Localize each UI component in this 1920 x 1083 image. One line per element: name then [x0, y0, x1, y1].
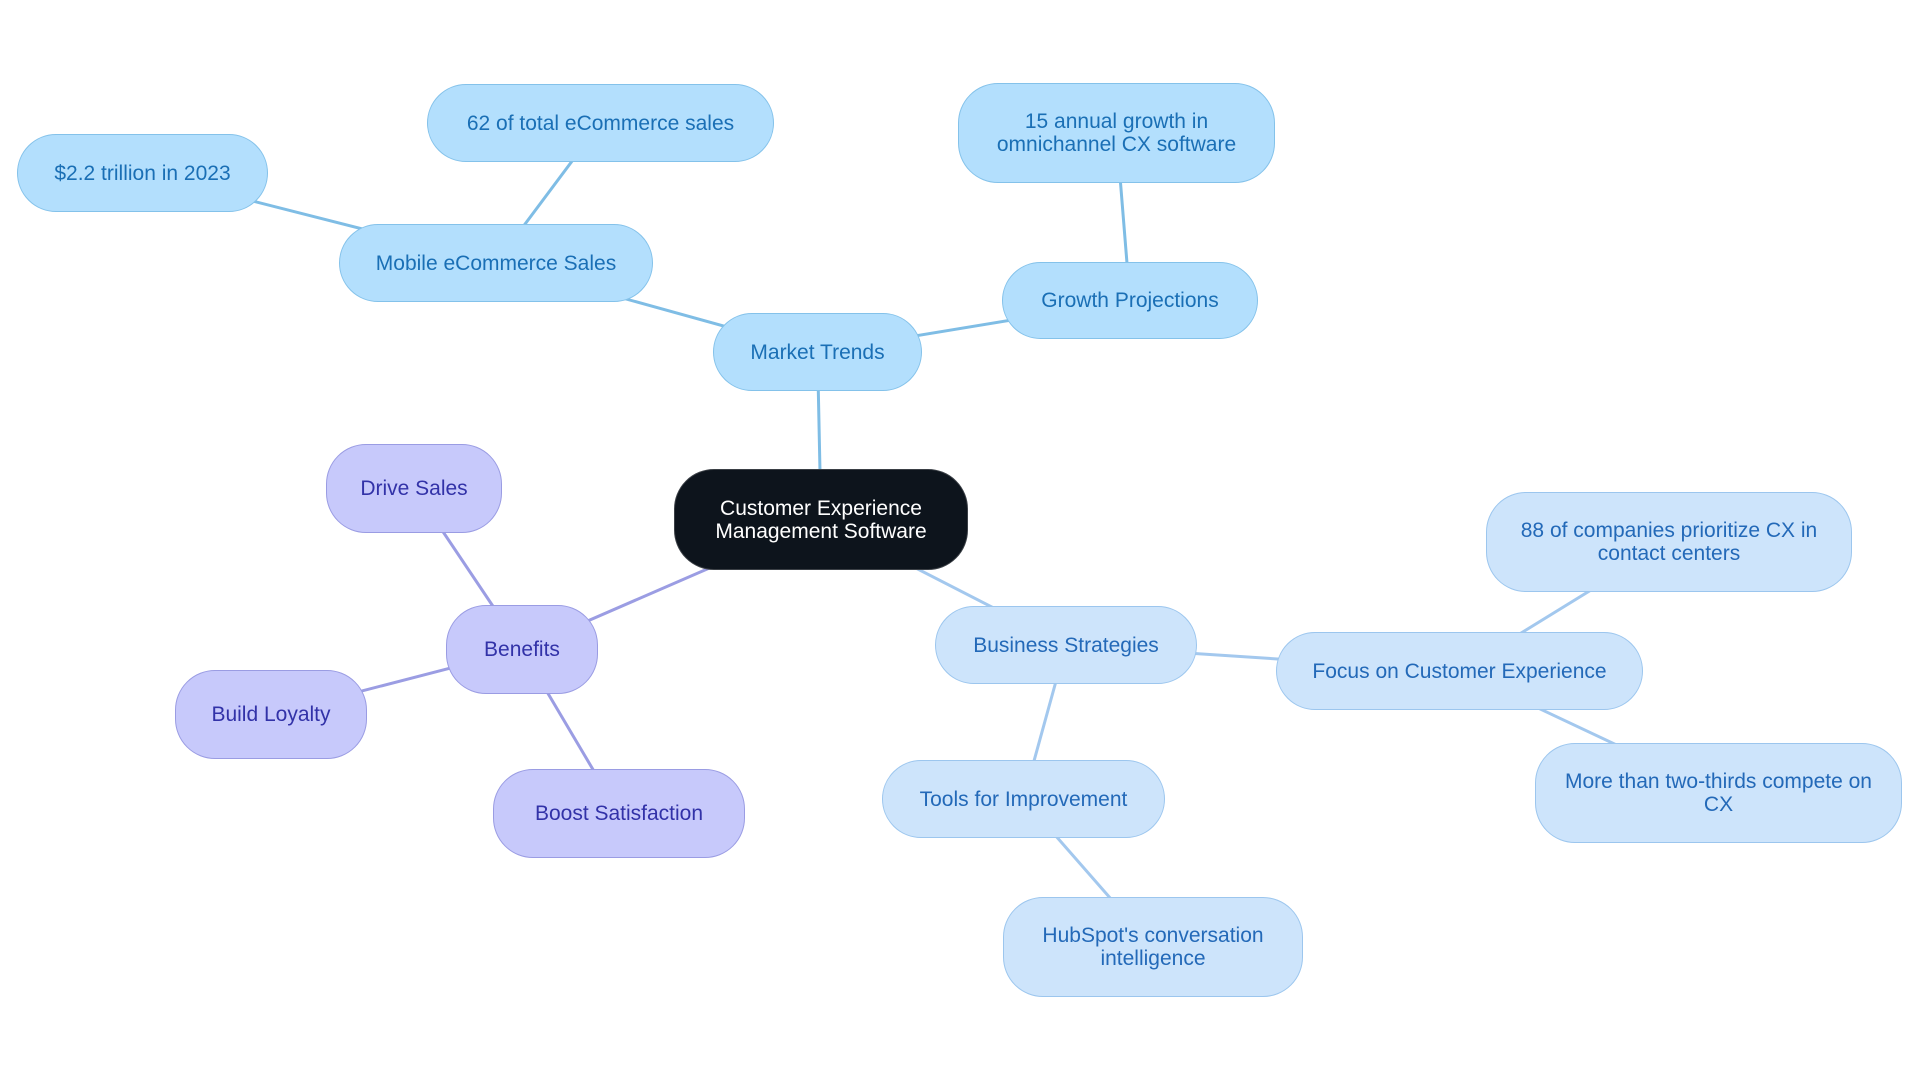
node-boost-satisfaction[interactable]: Boost Satisfaction [493, 769, 745, 858]
node-label: Boost Satisfaction [534, 802, 704, 825]
node-mobile-ecommerce[interactable]: Mobile eCommerce Sales [339, 224, 653, 302]
node-label: Customer Experience Management Software [715, 496, 927, 543]
node-growth-projections[interactable]: Growth Projections [1002, 262, 1258, 339]
node-total-ecommerce[interactable]: 62 of total eCommerce sales [427, 84, 774, 162]
node-label: Tools for Improvement [919, 787, 1128, 811]
node-hubspot[interactable]: HubSpot's conversation intelligence [1003, 897, 1303, 997]
node-label: 62 of total eCommerce sales [466, 111, 735, 135]
node-label: More than two-thirds compete on CX [1565, 770, 1872, 816]
node-annual-growth[interactable]: 15 annual growth in omnichannel CX softw… [958, 83, 1275, 183]
node-label: HubSpot's conversation intelligence [1042, 924, 1264, 970]
node-label: Build Loyalty [211, 703, 331, 726]
node-trillion-2023[interactable]: $2.2 trillion in 2023 [17, 134, 268, 212]
node-focus-cx[interactable]: Focus on Customer Experience [1276, 632, 1643, 710]
node-label: Focus on Customer Experience [1312, 659, 1607, 683]
node-benefits[interactable]: Benefits [446, 605, 598, 694]
node-label: Business Strategies [973, 633, 1159, 657]
node-label: 88 of companies prioritize CX in contact… [1520, 519, 1818, 565]
node-drive-sales[interactable]: Drive Sales [326, 444, 502, 533]
node-business-strategies[interactable]: Business Strategies [935, 606, 1197, 684]
node-market-trends[interactable]: Market Trends [713, 313, 922, 391]
node-label: Market Trends [750, 340, 885, 364]
node-label: Mobile eCommerce Sales [375, 251, 617, 275]
node-label: Growth Projections [1041, 289, 1219, 312]
node-root[interactable]: Customer Experience Management Software [674, 469, 968, 570]
node-prioritize-cx[interactable]: 88 of companies prioritize CX in contact… [1486, 492, 1852, 592]
node-label: $2.2 trillion in 2023 [54, 161, 231, 185]
node-label: 15 annual growth in omnichannel CX softw… [996, 110, 1237, 156]
node-label: Drive Sales [360, 477, 468, 500]
node-compete-cx[interactable]: More than two-thirds compete on CX [1535, 743, 1902, 843]
node-tools-improvement[interactable]: Tools for Improvement [882, 760, 1165, 838]
node-label: Benefits [484, 638, 560, 661]
node-build-loyalty[interactable]: Build Loyalty [175, 670, 367, 759]
